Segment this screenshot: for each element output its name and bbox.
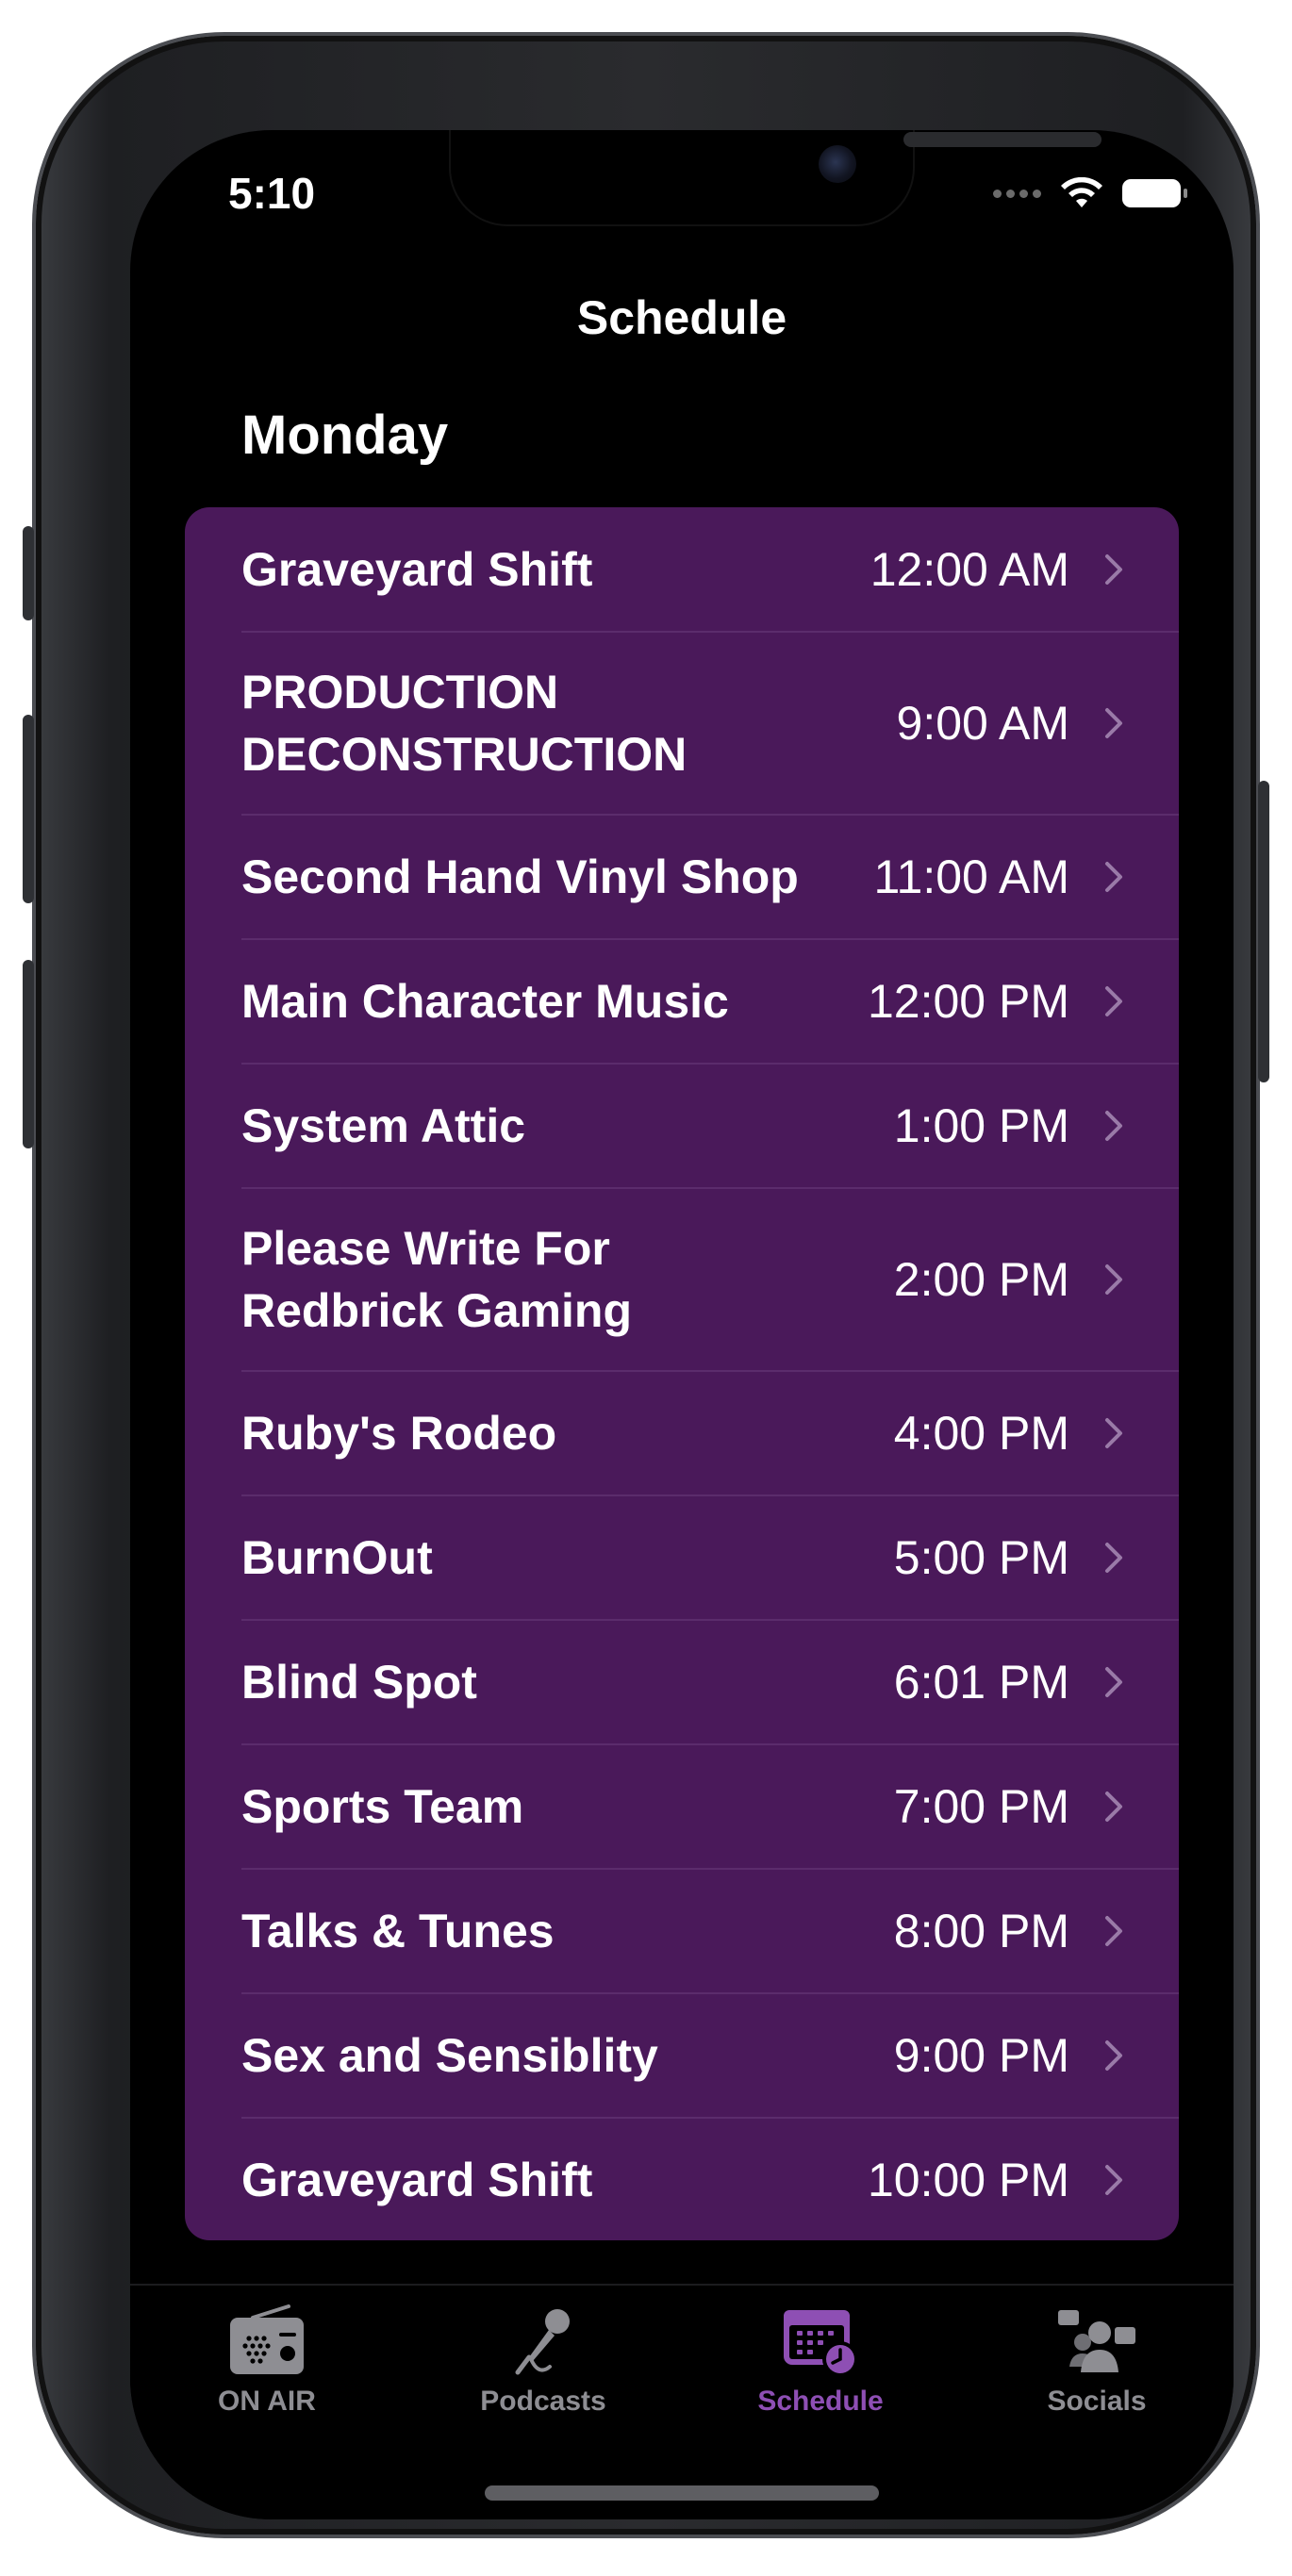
show-title: Talks & Tunes — [241, 1905, 555, 1957]
wifi-icon — [1061, 177, 1102, 207]
people-icon — [1058, 2310, 1135, 2372]
schedule-row[interactable]: Sports Team 7:00 PM — [185, 1744, 1179, 1869]
chevron-right-icon — [1105, 2165, 1122, 2195]
tab-label: ON AIR — [218, 2386, 316, 2417]
tab-bar: ON AIR Podcasts Schedule Socials — [130, 2284, 1234, 2519]
show-title: Main Character Music — [241, 975, 729, 1028]
schedule-row[interactable]: Second Hand Vinyl Shop 11:00 AM — [185, 815, 1179, 939]
chevron-right-icon — [1105, 1543, 1122, 1573]
silent-switch — [23, 526, 34, 620]
battery-icon — [1122, 179, 1187, 207]
cellular-signal-icon — [993, 189, 1041, 198]
show-time: 4:00 PM — [893, 1407, 1069, 1460]
page-title: Schedule — [576, 291, 787, 344]
show-title: Blind Spot — [241, 1656, 477, 1709]
volume-up-button — [23, 715, 34, 903]
show-time: 6:01 PM — [893, 1656, 1069, 1709]
home-indicator — [485, 2485, 879, 2501]
schedule-list: Graveyard Shift 12:00 AM PRODUCTION DECONS… — [185, 507, 1179, 2240]
schedule-row[interactable]: PRODUCTION DECONSTRUCTION 9:00 AM — [185, 632, 1179, 815]
show-time: 12:00 AM — [870, 543, 1069, 596]
show-time: 12:00 PM — [867, 975, 1069, 1028]
day-header: Monday — [241, 405, 449, 466]
show-time: 11:00 AM — [873, 850, 1069, 903]
notch — [451, 130, 1102, 224]
show-time: 7:00 PM — [893, 1780, 1069, 1833]
tab-schedule[interactable]: Schedule — [726, 2304, 915, 2418]
power-button — [1258, 781, 1269, 1082]
status-time: 5:10 — [228, 169, 316, 218]
chevron-right-icon — [1105, 1264, 1122, 1295]
schedule-row[interactable]: BurnOut 5:00 PM — [185, 1495, 1179, 1620]
camera — [819, 145, 856, 183]
chevron-right-icon — [1105, 1792, 1122, 1822]
schedule-row[interactable]: Main Character Music 12:00 PM — [185, 939, 1179, 1064]
schedule-row[interactable]: Blind Spot 6:01 PM — [185, 1620, 1179, 1744]
chevron-right-icon — [1105, 1916, 1122, 1946]
chevron-right-icon — [1105, 1667, 1122, 1697]
show-title: PRODUCTION DECONSTRUCTION — [241, 666, 687, 781]
show-title: Please Write For Redbrick Gaming — [241, 1222, 632, 1337]
show-title: Sex and Sensiblity — [241, 2029, 658, 2082]
show-title: System Attic — [241, 1099, 526, 1152]
radio-icon — [230, 2304, 304, 2374]
tab-label: Socials — [1047, 2386, 1147, 2417]
show-title: Graveyard Shift — [241, 2154, 593, 2206]
chevron-right-icon — [1105, 708, 1122, 738]
chevron-right-icon — [1105, 2040, 1122, 2071]
speaker-grille — [903, 132, 1102, 147]
show-time: 9:00 AM — [896, 697, 1069, 750]
schedule-row[interactable]: Graveyard Shift 10:00 PM — [185, 2118, 1179, 2240]
volume-down-button — [23, 960, 34, 1148]
tab-socials[interactable]: Socials — [1002, 2304, 1191, 2418]
show-time: 5:00 PM — [893, 1531, 1069, 1584]
chevron-right-icon — [1105, 1418, 1122, 1448]
chevron-right-icon — [1105, 986, 1122, 1016]
tab-label: Schedule — [757, 2386, 884, 2417]
phone-frame: 5:10 Schedule Monday Graveyard Shift 12:0… — [23, 36, 1269, 2535]
show-title: Ruby's Rodeo — [241, 1407, 557, 1460]
schedule-row[interactable]: Graveyard Shift 12:00 AM — [185, 507, 1179, 632]
microphone-icon — [515, 2309, 570, 2375]
schedule-row[interactable]: Talks & Tunes 8:00 PM — [185, 1869, 1179, 1993]
schedule-row[interactable]: System Attic 1:00 PM — [185, 1064, 1179, 1188]
status-icons — [993, 177, 1187, 209]
tab-label: Podcasts — [480, 2386, 606, 2417]
show-time: 1:00 PM — [893, 1099, 1069, 1152]
show-time: 10:00 PM — [867, 2154, 1069, 2206]
show-time: 2:00 PM — [893, 1253, 1069, 1306]
show-time: 9:00 PM — [893, 2029, 1069, 2082]
schedule-row[interactable]: Ruby's Rodeo 4:00 PM — [185, 1371, 1179, 1495]
show-title: Second Hand Vinyl Shop — [241, 850, 799, 903]
chevron-right-icon — [1105, 862, 1122, 892]
chevron-right-icon — [1105, 554, 1122, 585]
schedule-row[interactable]: Please Write For Redbrick Gaming 2:00 PM — [185, 1188, 1179, 1371]
screen: 5:10 Schedule Monday Graveyard Shift 12:0… — [130, 130, 1234, 2519]
schedule-row[interactable]: Sex and Sensiblity 9:00 PM — [185, 1993, 1179, 2118]
chevron-right-icon — [1105, 1111, 1122, 1141]
tab-podcasts[interactable]: Podcasts — [449, 2304, 638, 2418]
show-title: Sports Team — [241, 1780, 524, 1833]
tab-on-air[interactable]: ON AIR — [173, 2304, 361, 2418]
show-title: Graveyard Shift — [241, 543, 593, 596]
show-time: 8:00 PM — [893, 1905, 1069, 1957]
calendar-clock-icon — [784, 2310, 858, 2377]
show-title: BurnOut — [241, 1531, 433, 1584]
